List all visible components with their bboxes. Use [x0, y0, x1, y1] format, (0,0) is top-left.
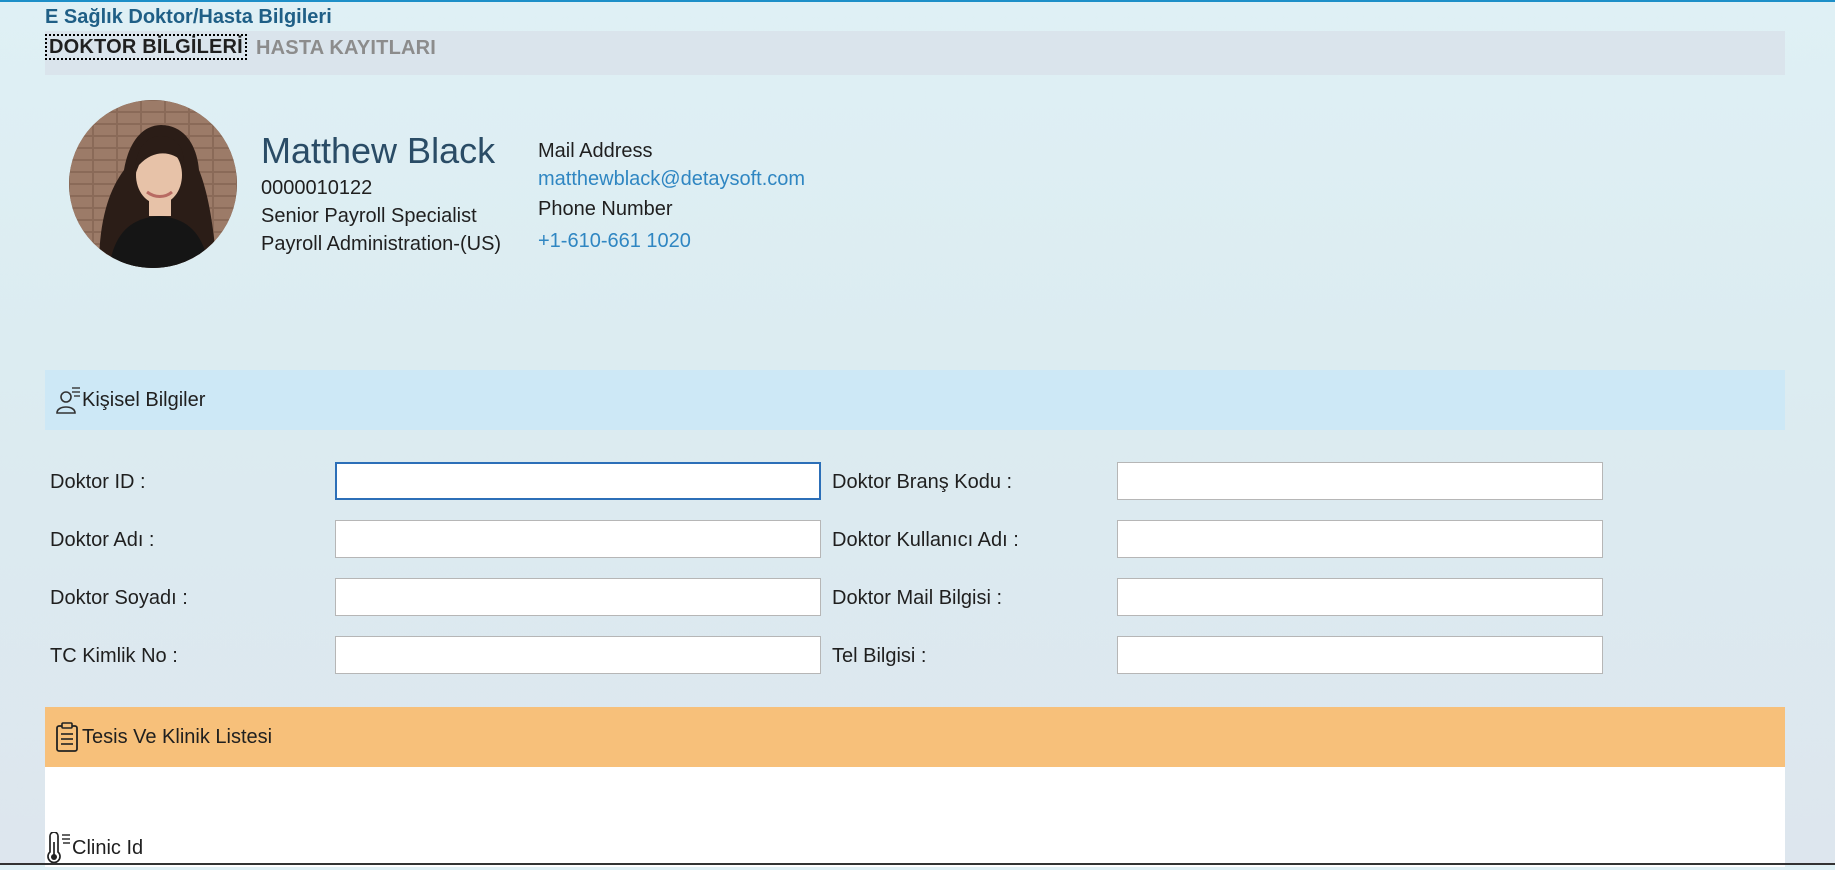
- profile-department: Payroll Administration-(US): [261, 233, 502, 255]
- clinic-id-column-label: Clinic Id: [72, 836, 144, 859]
- doktor-kullanici-adi-label: Doktor Kullanıcı Adı :: [832, 529, 1019, 551]
- tc-kimlik-no-input[interactable]: [335, 636, 821, 674]
- doktor-brans-kodu-label: Doktor Branş Kodu :: [832, 471, 1013, 493]
- doktor-brans-kodu-input[interactable]: [1117, 462, 1603, 500]
- doktor-mail-bilgisi-input[interactable]: [1117, 578, 1603, 616]
- phone-label: Phone Number: [538, 198, 673, 220]
- tab-bar: DOKTOR BİLGİLERİ HASTA KAYITLARI: [45, 31, 1785, 75]
- tab-doktor-bilgileri[interactable]: DOKTOR BİLGİLERİ: [45, 34, 247, 60]
- doktor-soyadi-input[interactable]: [335, 578, 821, 616]
- tc-kimlik-no-label: TC Kimlik No :: [50, 645, 178, 667]
- thermometer-icon: [44, 831, 72, 864]
- doktor-soyadi-label: Doktor Soyadı :: [50, 587, 188, 609]
- doktor-id-input[interactable]: [335, 462, 821, 500]
- doktor-mail-bilgisi-label: Doktor Mail Bilgisi :: [832, 587, 1003, 609]
- doktor-adi-input[interactable]: [335, 520, 821, 558]
- tab-hasta-kayitlari[interactable]: HASTA KAYITLARI: [256, 37, 436, 60]
- clinic-list-table: [45, 767, 1785, 867]
- doktor-adi-label: Doktor Adı :: [50, 529, 155, 551]
- personal-info-section-title: Kişisel Bilgiler: [82, 388, 206, 411]
- clinic-list-section-header: Tesis Ve Klinik Listesi: [45, 707, 1785, 767]
- phone-link[interactable]: +1-610-661 1020: [538, 230, 691, 253]
- clinic-id-column-header[interactable]: Clinic Id: [44, 831, 144, 864]
- profile-title: Senior Payroll Specialist: [261, 205, 477, 227]
- clinic-list-section-title: Tesis Ve Klinik Listesi: [82, 725, 273, 748]
- doktor-kullanici-adi-input[interactable]: [1117, 520, 1603, 558]
- mail-label: Mail Address: [538, 140, 653, 162]
- profile-id: 0000010122: [261, 177, 373, 199]
- user-list-icon: [55, 385, 81, 415]
- app-title: E Sağlık Doktor/Hasta Bilgileri: [45, 6, 332, 28]
- profile-name: Matthew Black: [261, 130, 496, 171]
- clipboard-icon: [55, 722, 81, 752]
- avatar: [69, 100, 237, 268]
- personal-info-section-header: Kişisel Bilgiler: [45, 370, 1785, 430]
- tel-bilgisi-label: Tel Bilgisi :: [832, 645, 927, 667]
- mail-link[interactable]: matthewblack@detaysoft.com: [538, 168, 805, 191]
- doktor-id-label: Doktor ID :: [50, 471, 146, 493]
- tel-bilgisi-input[interactable]: [1117, 636, 1603, 674]
